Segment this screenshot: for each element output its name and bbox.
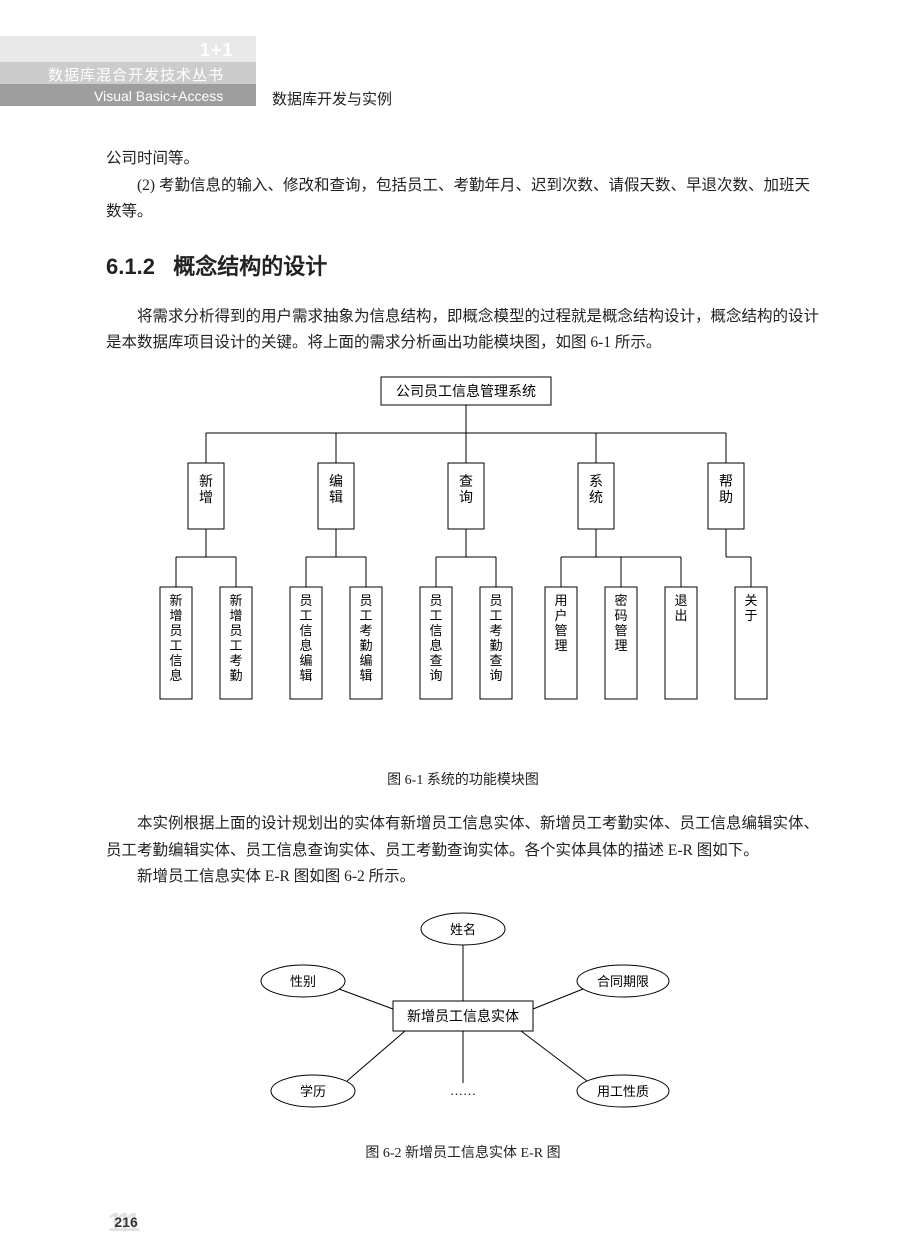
- figure-6-2-caption: 图 6-2 新增员工信息实体 E-R 图: [106, 1142, 820, 1166]
- svg-text:……: ……: [450, 1083, 476, 1098]
- section-num: 6.1.2: [106, 254, 155, 279]
- page-body: 公司时间等。 (2) 考勤信息的输入、修改和查询，包括员工、考勤年月、迟到次数、…: [0, 106, 920, 1167]
- svg-text:用户管理: 用户管理: [554, 593, 567, 653]
- header-title: 数据库开发与实例: [272, 88, 392, 109]
- fig61-level2: 新增 编辑 查询 系统 帮助: [188, 433, 744, 529]
- para-intro: 将需求分析得到的用户需求抽象为信息结构，即概念模型的过程就是概念结构设计，概念结…: [106, 304, 820, 357]
- svg-text:学历: 学历: [300, 1084, 326, 1099]
- section-heading: 6.1.2 概念结构的设计: [106, 248, 820, 286]
- header-tag: 1+1: [200, 40, 234, 61]
- figure-6-1-caption: 图 6-1 系统的功能模块图: [106, 769, 820, 793]
- svg-text:员工信息编辑: 员工信息编辑: [299, 593, 312, 683]
- para-after-1: 本实例根据上面的设计规划出的实体有新增员工信息实体、新增员工考勤实体、员工信息编…: [106, 811, 820, 864]
- page-header-band: 1+1 数据库混合开发技术丛书 Visual Basic+Access 数据库开…: [0, 0, 920, 106]
- para-after-2: 新增员工信息实体 E-R 图如图 6-2 所示。: [106, 864, 820, 891]
- page-number: 111 216: [108, 1207, 920, 1238]
- section-title: 概念结构的设计: [173, 254, 327, 279]
- figure-6-2: 新增员工信息实体 姓名 性别 合同期限 学历 用工性质 ……: [106, 905, 820, 1135]
- svg-text:关于: 关于: [744, 593, 757, 623]
- svg-text:性别: 性别: [290, 974, 316, 989]
- para-top-2: (2) 考勤信息的输入、修改和查询，包括员工、考勤年月、迟到次数、请假天数、早退…: [106, 173, 820, 226]
- fig61-level3: 新增员工信息 新增员工考勤 员工信息编辑 员工考勤编辑 员工信息查询 员工考勤查…: [160, 587, 767, 699]
- svg-text:退出: 退出: [674, 593, 687, 623]
- svg-text:用工性质: 用工性质: [597, 1084, 649, 1099]
- svg-text:姓名: 姓名: [450, 922, 476, 937]
- header-tech: Visual Basic+Access: [94, 88, 223, 104]
- svg-text:新增员工信息: 新增员工信息: [169, 593, 182, 683]
- svg-text:员工考勤编辑: 员工考勤编辑: [359, 593, 372, 683]
- svg-text:合同期限: 合同期限: [597, 974, 649, 989]
- figure-6-1: 公司员工信息管理系统 新增 编辑 查询 系统: [106, 371, 820, 761]
- svg-text:新增员工考勤: 新增员工考勤: [229, 593, 242, 683]
- svg-text:员工信息查询: 员工信息查询: [429, 593, 442, 683]
- para-top-1: 公司时间等。: [106, 146, 820, 173]
- svg-text:密码管理: 密码管理: [614, 593, 627, 653]
- header-series: 数据库混合开发技术丛书: [48, 64, 224, 85]
- fig61-root: 公司员工信息管理系统: [396, 383, 536, 400]
- fig62-center: 新增员工信息实体: [407, 1008, 519, 1025]
- svg-text:员工考勤查询: 员工考勤查询: [489, 593, 502, 683]
